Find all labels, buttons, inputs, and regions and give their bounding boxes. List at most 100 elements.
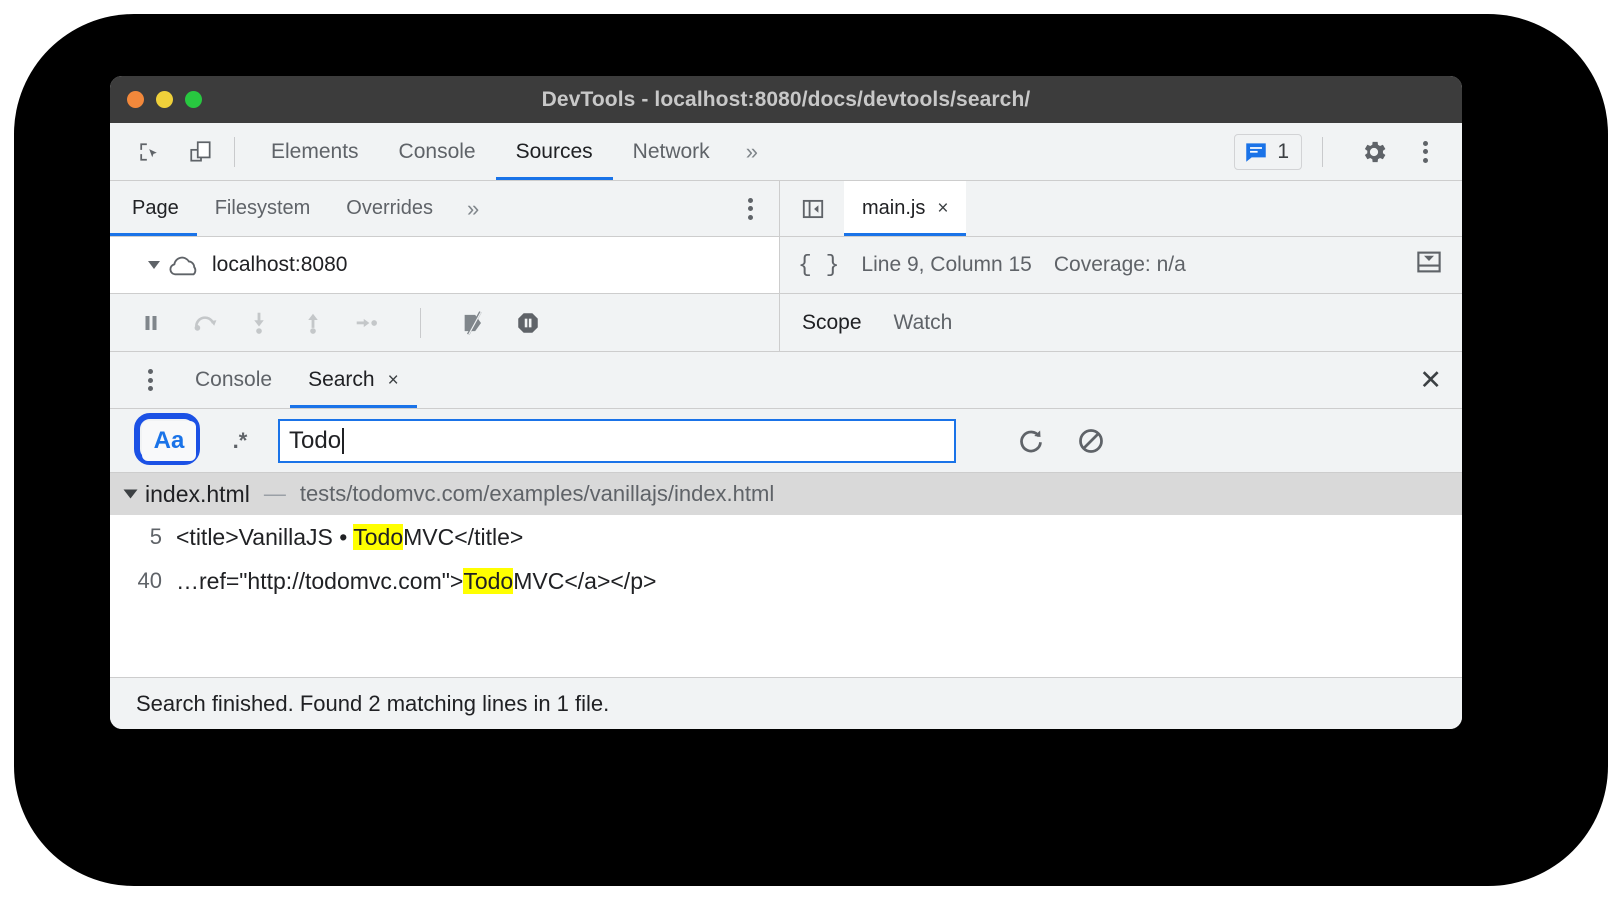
drawer-tab-search-label: Search [308,368,375,391]
window-title: DevTools - localhost:8080/docs/devtools/… [541,87,1031,111]
tab-network-label: Network [632,139,710,163]
result-snippet: …ref="http://todomvc.com">TodoMVC</a></p… [176,567,657,595]
maximize-window-button[interactable] [185,91,202,108]
triangle-down-icon[interactable] [148,261,160,269]
console-message-icon [1246,142,1267,162]
nav-tab-filesystem-label: Filesystem [214,197,311,219]
toolbar-divider-2 [1322,136,1323,167]
result-snippet-text: MVC</title> [403,523,524,550]
close-window-button[interactable] [127,91,144,108]
tab-elements-label: Elements [271,139,359,163]
traffic-lights [110,91,202,108]
search-status-bar: Search finished. Found 2 matching lines … [110,677,1462,729]
search-actions [1014,424,1108,458]
cloud-icon [169,256,197,276]
result-file-path: tests/todomvc.com/examples/vanillajs/ind… [299,481,775,506]
sidebar-tab-scope[interactable]: Scope [802,311,894,335]
nav-more-tabs-icon[interactable]: » [451,196,495,222]
file-tab-main-js[interactable]: main.js × [844,181,967,236]
sources-body: Page Filesystem Overrides » localhost:80… [110,181,1462,352]
debugger-sidebar-tabs: Scope Watch [780,294,1462,352]
nav-tab-filesystem[interactable]: Filesystem [197,181,329,236]
console-message-count-button[interactable]: 1 [1234,133,1302,170]
navigator-tabs: Page Filesystem Overrides » [110,181,779,237]
clear-icon[interactable] [1074,424,1108,458]
navigator-tree-item-label[interactable]: localhost:8080 [212,253,347,277]
result-snippet-text: …ref="http://todomvc.com"> [176,567,464,594]
triangle-down-icon[interactable] [123,489,138,499]
search-results: index.html — tests/todomvc.com/examples/… [110,473,1462,677]
search-input[interactable]: Todo [278,418,956,463]
toolbar-divider [234,136,235,167]
cursor-position-label: Line 9, Column 15 [861,253,1032,276]
result-match-highlight: Todo [463,567,514,594]
drawer-tab-console-label: Console [195,368,273,391]
debugger-toolbar [110,294,779,352]
result-snippet: <title>VanillaJS • TodoMVC</title> [176,523,524,551]
tab-elements[interactable]: Elements [251,123,379,180]
debugger-divider [420,307,421,338]
result-file-dash: — [263,481,286,506]
refresh-icon[interactable] [1014,424,1048,458]
close-drawer-icon[interactable]: ✕ [1419,366,1462,394]
sidebar-tab-watch[interactable]: Watch [894,311,985,335]
pause-script-icon[interactable] [134,306,168,340]
result-snippet-text: MVC</a></p> [513,567,657,594]
result-row[interactable]: 40 …ref="http://todomvc.com">TodoMVC</a><… [110,559,1462,603]
result-line-number: 40 [137,568,162,593]
navigator-pane: Page Filesystem Overrides » localhost:80… [110,181,780,352]
step-over-icon[interactable] [188,306,222,340]
result-row[interactable]: 5 <title>VanillaJS • TodoMVC</title> [110,515,1462,559]
toolbar-left-icons [110,135,218,169]
search-status-label: Search finished. Found 2 matching lines … [136,690,610,716]
minimize-window-button[interactable] [156,91,173,108]
tab-console[interactable]: Console [379,123,496,180]
step-out-icon[interactable] [296,306,330,340]
message-count-label: 1 [1277,139,1289,163]
nav-tab-page[interactable]: Page [110,181,197,236]
more-panels-icon[interactable]: » [730,139,774,165]
drawer-tab-console[interactable]: Console [177,352,290,408]
tab-sources[interactable]: Sources [495,123,613,180]
kebab-menu-icon[interactable] [1409,140,1442,163]
result-row-list: 5 <title>VanillaJS • TodoMVC</title> 40 …re… [110,515,1462,603]
editor-statusline: { } Line 9, Column 15 Coverage: n/a [780,237,1462,294]
search-input-value: Todo [289,426,342,454]
result-file-header[interactable]: index.html — tests/todomvc.com/examples/… [110,473,1462,515]
drawer-tab-search[interactable]: Search × [290,352,417,408]
coverage-label: Coverage: n/a [1053,253,1186,276]
tab-sources-label: Sources [515,139,593,163]
search-toolbar: Aa .* Todo [110,409,1462,473]
close-icon[interactable]: × [388,371,399,390]
result-line-number: 5 [149,524,162,549]
text-caret [342,427,345,454]
devtools-window: DevTools - localhost:8080/docs/devtools/… [110,76,1462,729]
match-case-button[interactable]: Aa [142,420,196,461]
navigator-menu-icon[interactable] [734,197,779,220]
match-case-wrapper: Aa [134,412,202,467]
tab-network[interactable]: Network [613,123,730,180]
nav-tab-page-label: Page [132,197,179,219]
result-match-highlight: Todo [353,523,404,550]
editor-tabstrip: main.js × [780,181,1462,237]
file-tab-label: main.js [862,197,926,219]
drawer-tabstrip: Console Search × ✕ [110,352,1462,409]
show-navigator-icon[interactable] [796,192,830,226]
pause-on-exceptions-icon[interactable] [511,306,545,340]
screenshot-stage: DevTools - localhost:8080/docs/devtools/… [0,0,1622,900]
show-drawer-icon[interactable] [1414,247,1462,283]
gear-icon[interactable] [1343,135,1405,169]
device-toolbar-icon[interactable] [184,135,218,169]
navigator-tree: localhost:8080 [110,237,779,294]
close-icon[interactable]: × [937,199,948,218]
tab-console-label: Console [398,139,476,163]
editor-pane: main.js × { } Line 9, Column 15 Coverage… [780,181,1462,352]
pretty-print-icon[interactable]: { } [798,252,839,278]
nav-tab-overrides[interactable]: Overrides [328,181,451,236]
step-into-icon[interactable] [242,306,276,340]
use-regex-button[interactable]: .* [216,421,264,461]
drawer-menu-icon[interactable] [134,369,177,391]
step-icon[interactable] [350,306,384,340]
inspect-element-icon[interactable] [132,135,166,169]
deactivate-breakpoints-icon[interactable] [457,306,491,340]
